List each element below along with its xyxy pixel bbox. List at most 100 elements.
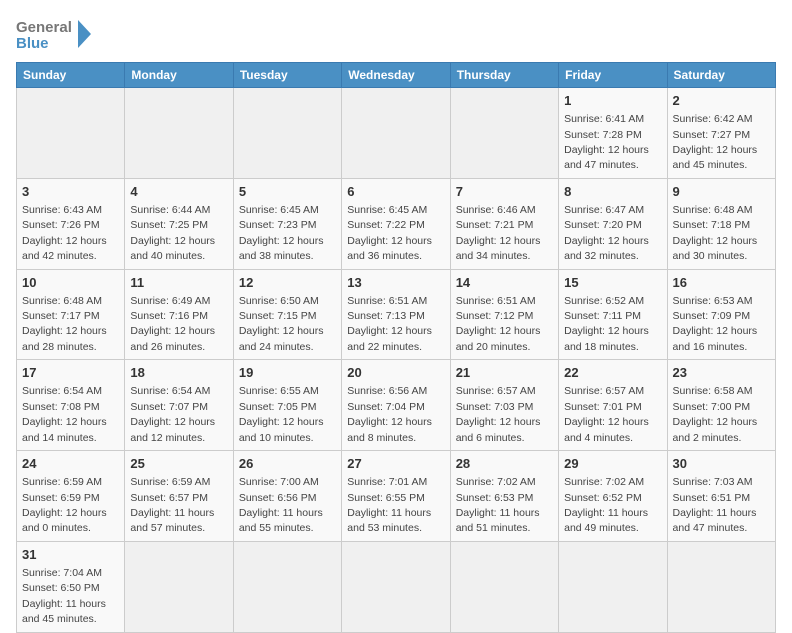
day-cell: 27 Sunrise: 7:01 AM Sunset: 6:55 PM Dayli…: [342, 451, 450, 542]
day-cell: 9Sunrise: 6:48 AM Sunset: 7:18 PM Daylig…: [667, 178, 775, 269]
day-info: Sunrise: 6:46 AM Sunset: 7:21 PM Dayligh…: [456, 204, 541, 262]
day-info: Sunrise: 6:48 AM Sunset: 7:17 PM Dayligh…: [22, 295, 107, 353]
day-number: 18: [130, 364, 227, 382]
day-number: 8: [564, 183, 661, 201]
day-number: 19: [239, 364, 336, 382]
day-number: 1: [564, 92, 661, 110]
week-row-3: 17Sunrise: 6:54 AM Sunset: 7:08 PM Dayli…: [17, 360, 776, 451]
day-cell: 19 Sunrise: 6:55 AM Sunset: 7:05 PM Dayli…: [233, 360, 341, 451]
day-cell: 23Sunrise: 6:58 AM Sunset: 7:00 PM Dayli…: [667, 360, 775, 451]
day-number: 7: [456, 183, 553, 201]
week-row-5: 31Sunrise: 7:04 AM Sunset: 6:50 PM Dayli…: [17, 541, 776, 632]
day-info: Sunrise: 6:45 AM Sunset: 7:23 PM Dayligh…: [239, 204, 324, 262]
day-info: Sunrise: 6:44 AM Sunset: 7:25 PM Dayligh…: [130, 204, 215, 262]
day-info: Sunrise: 6:53 AM Sunset: 7:09 PM Dayligh…: [673, 295, 758, 353]
svg-text:Blue: Blue: [16, 35, 49, 52]
day-number: 24: [22, 455, 119, 473]
day-info: Sunrise: 6:42 AM Sunset: 7:27 PM Dayligh…: [673, 113, 758, 171]
svg-text:General: General: [16, 19, 72, 36]
day-cell: 12 Sunrise: 6:50 AM Sunset: 7:15 PM Dayli…: [233, 269, 341, 360]
day-number: 21: [456, 364, 553, 382]
day-info: Sunrise: 7:02 AM Sunset: 6:53 PM Dayligh…: [456, 476, 540, 534]
day-cell: [450, 88, 558, 179]
day-cell: [342, 88, 450, 179]
day-number: 12: [239, 274, 336, 292]
day-info: Sunrise: 6:54 AM Sunset: 7:07 PM Dayligh…: [130, 385, 215, 443]
day-cell: 15Sunrise: 6:52 AM Sunset: 7:11 PM Dayli…: [559, 269, 667, 360]
day-cell: 29Sunrise: 7:02 AM Sunset: 6:52 PM Dayli…: [559, 451, 667, 542]
day-info: Sunrise: 6:56 AM Sunset: 7:04 PM Dayligh…: [347, 385, 432, 443]
day-number: 2: [673, 92, 770, 110]
day-cell: 17Sunrise: 6:54 AM Sunset: 7:08 PM Dayli…: [17, 360, 125, 451]
weekday-header-saturday: Saturday: [667, 63, 775, 88]
day-cell: 3 Sunrise: 6:43 AM Sunset: 7:26 PM Daylig…: [17, 178, 125, 269]
day-cell: [559, 541, 667, 632]
day-info: Sunrise: 6:59 AM Sunset: 6:59 PM Dayligh…: [22, 476, 107, 534]
day-cell: 16 Sunrise: 6:53 AM Sunset: 7:09 PM Dayli…: [667, 269, 775, 360]
header: GeneralBlue: [16, 16, 776, 52]
day-number: 11: [130, 274, 227, 292]
day-cell: 6Sunrise: 6:45 AM Sunset: 7:22 PM Daylig…: [342, 178, 450, 269]
day-info: Sunrise: 7:01 AM Sunset: 6:55 PM Dayligh…: [347, 476, 431, 534]
day-cell: 4Sunrise: 6:44 AM Sunset: 7:25 PM Daylig…: [125, 178, 233, 269]
day-number: 27: [347, 455, 444, 473]
day-info: Sunrise: 6:57 AM Sunset: 7:03 PM Dayligh…: [456, 385, 541, 443]
weekday-header-row: SundayMondayTuesdayWednesdayThursdayFrid…: [17, 63, 776, 88]
day-number: 20: [347, 364, 444, 382]
day-number: 14: [456, 274, 553, 292]
day-cell: 5 Sunrise: 6:45 AM Sunset: 7:23 PM Daylig…: [233, 178, 341, 269]
day-cell: 20 Sunrise: 6:56 AM Sunset: 7:04 PM Dayli…: [342, 360, 450, 451]
day-number: 6: [347, 183, 444, 201]
day-cell: 28Sunrise: 7:02 AM Sunset: 6:53 PM Dayli…: [450, 451, 558, 542]
weekday-header-friday: Friday: [559, 63, 667, 88]
weekday-header-sunday: Sunday: [17, 63, 125, 88]
day-number: 25: [130, 455, 227, 473]
weekday-header-thursday: Thursday: [450, 63, 558, 88]
day-cell: [17, 88, 125, 179]
day-cell: [342, 541, 450, 632]
day-cell: 18 Sunrise: 6:54 AM Sunset: 7:07 PM Dayli…: [125, 360, 233, 451]
day-number: 30: [673, 455, 770, 473]
day-cell: [125, 541, 233, 632]
day-cell: 26Sunrise: 7:00 AM Sunset: 6:56 PM Dayli…: [233, 451, 341, 542]
day-info: Sunrise: 6:52 AM Sunset: 7:11 PM Dayligh…: [564, 295, 649, 353]
day-cell: [233, 541, 341, 632]
day-cell: [125, 88, 233, 179]
day-number: 23: [673, 364, 770, 382]
weekday-header-monday: Monday: [125, 63, 233, 88]
day-cell: 11 Sunrise: 6:49 AM Sunset: 7:16 PM Dayli…: [125, 269, 233, 360]
day-number: 5: [239, 183, 336, 201]
day-cell: [233, 88, 341, 179]
weekday-header-tuesday: Tuesday: [233, 63, 341, 88]
day-info: Sunrise: 6:49 AM Sunset: 7:16 PM Dayligh…: [130, 295, 215, 353]
day-info: Sunrise: 6:51 AM Sunset: 7:13 PM Dayligh…: [347, 295, 432, 353]
logo: GeneralBlue: [16, 16, 96, 52]
day-number: 9: [673, 183, 770, 201]
week-row-0: 1Sunrise: 6:41 AM Sunset: 7:28 PM Daylig…: [17, 88, 776, 179]
day-info: Sunrise: 6:50 AM Sunset: 7:15 PM Dayligh…: [239, 295, 324, 353]
day-info: Sunrise: 6:43 AM Sunset: 7:26 PM Dayligh…: [22, 204, 107, 262]
day-cell: [450, 541, 558, 632]
day-number: 29: [564, 455, 661, 473]
day-info: Sunrise: 7:03 AM Sunset: 6:51 PM Dayligh…: [673, 476, 757, 534]
logo-svg: GeneralBlue: [16, 16, 96, 52]
day-number: 22: [564, 364, 661, 382]
day-info: Sunrise: 7:00 AM Sunset: 6:56 PM Dayligh…: [239, 476, 323, 534]
day-cell: 14 Sunrise: 6:51 AM Sunset: 7:12 PM Dayli…: [450, 269, 558, 360]
week-row-2: 10Sunrise: 6:48 AM Sunset: 7:17 PM Dayli…: [17, 269, 776, 360]
day-number: 16: [673, 274, 770, 292]
week-row-1: 3 Sunrise: 6:43 AM Sunset: 7:26 PM Daylig…: [17, 178, 776, 269]
day-number: 31: [22, 546, 119, 564]
weekday-header-wednesday: Wednesday: [342, 63, 450, 88]
day-cell: 2 Sunrise: 6:42 AM Sunset: 7:27 PM Daylig…: [667, 88, 775, 179]
day-number: 3: [22, 183, 119, 201]
day-info: Sunrise: 6:51 AM Sunset: 7:12 PM Dayligh…: [456, 295, 541, 353]
week-row-4: 24 Sunrise: 6:59 AM Sunset: 6:59 PM Dayli…: [17, 451, 776, 542]
day-info: Sunrise: 6:59 AM Sunset: 6:57 PM Dayligh…: [130, 476, 214, 534]
day-cell: 10Sunrise: 6:48 AM Sunset: 7:17 PM Dayli…: [17, 269, 125, 360]
day-info: Sunrise: 6:55 AM Sunset: 7:05 PM Dayligh…: [239, 385, 324, 443]
day-cell: [667, 541, 775, 632]
day-number: 13: [347, 274, 444, 292]
day-cell: 1Sunrise: 6:41 AM Sunset: 7:28 PM Daylig…: [559, 88, 667, 179]
day-info: Sunrise: 6:57 AM Sunset: 7:01 PM Dayligh…: [564, 385, 649, 443]
